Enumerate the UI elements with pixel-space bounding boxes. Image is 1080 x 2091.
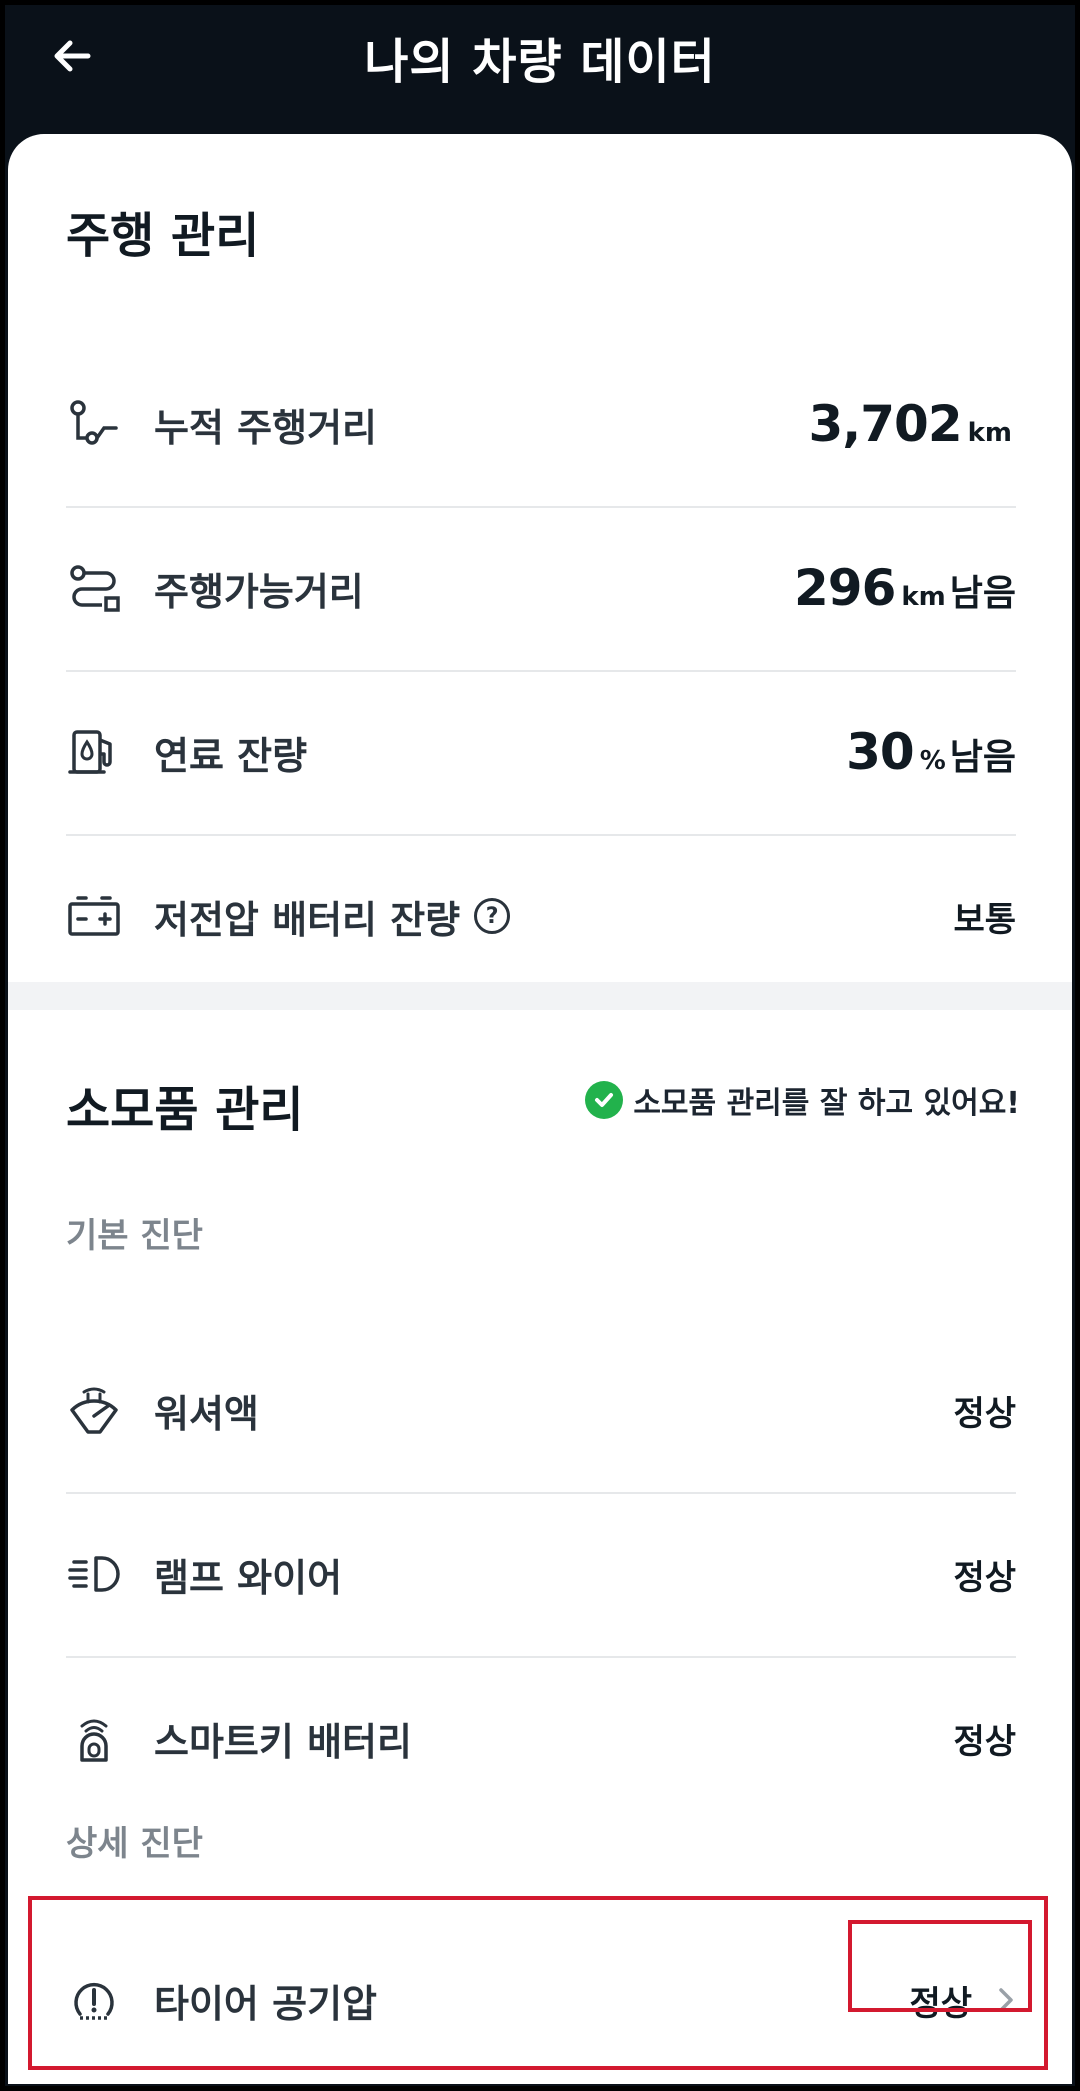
driving-section-title: 주행 관리 (66, 208, 260, 264)
odometer-label: 누적 주행거리 (154, 405, 377, 450)
status-badge: 소모품 관리를 잘 하고 있어요! (585, 1078, 1020, 1122)
lamp-label: 램프 와이어 (154, 1555, 343, 1600)
row-odometer: 누적 주행거리 3,702 km (66, 342, 1016, 508)
row-range: 주행가능거리 296 km 남음 (66, 506, 1016, 672)
content-card: 주행 관리 누적 주행거리 3,702 km 주행가능거리 296 km 남음 … (8, 134, 1072, 2084)
washer-label: 워셔액 (154, 1391, 259, 1436)
help-icon[interactable]: ? (474, 898, 511, 934)
range-value: 296 km 남음 (794, 559, 1016, 617)
tire-pressure-status-button[interactable]: 정상 (909, 1976, 1016, 2025)
fuel-number: 30 (846, 723, 915, 781)
chevron-right-icon (996, 1984, 1016, 2016)
smart-key-icon (66, 1710, 122, 1766)
fuel-pump-icon (66, 724, 122, 780)
battery-label: 저전압 배터리 잔량 (154, 897, 461, 942)
row-lamp: 램프 와이어 정상 (66, 1492, 1016, 1658)
odometer-value: 3,702 km (808, 395, 1016, 453)
row-fuel: 연료 잔량 30 % 남음 (66, 670, 1016, 836)
battery-status: 보통 (953, 899, 1016, 940)
battery-icon (66, 888, 122, 944)
battery-value: 보통 (953, 892, 1016, 941)
app-header: 나의 차량 데이터 (0, 0, 1080, 140)
detail-diagnosis-heading: 상세 진단 (66, 1824, 203, 1864)
odometer-unit: km (967, 418, 1012, 448)
odometer-icon (66, 396, 122, 452)
check-circle-icon (585, 1081, 624, 1119)
row-tire-pressure[interactable]: 타이어 공기압 정상 (66, 1918, 1016, 2082)
section-divider (8, 982, 1072, 1010)
washer-fluid-icon (66, 1382, 122, 1438)
smartkey-value: 정상 (953, 1714, 1016, 1763)
fuel-unit: % (919, 746, 946, 776)
route-icon (66, 560, 122, 616)
fuel-suffix: 남음 (949, 737, 1016, 778)
row-smartkey: 스마트키 배터리 정상 (66, 1656, 1016, 1820)
fuel-value: 30 % 남음 (846, 723, 1016, 781)
row-washer: 워셔액 정상 (66, 1328, 1016, 1494)
range-number: 296 (793, 559, 896, 617)
basic-diagnosis-heading: 기본 진단 (66, 1216, 203, 1256)
range-unit: km (901, 582, 946, 612)
tire-pressure-status: 정상 (909, 1983, 972, 2024)
odometer-number: 3,702 (808, 395, 962, 453)
badge-text: 소모품 관리를 잘 하고 있어요! (633, 1086, 1020, 1121)
lamp-value: 정상 (953, 1550, 1016, 1599)
washer-status: 정상 (953, 1393, 1016, 1434)
tire-pressure-icon (66, 1972, 122, 2028)
smartkey-label: 스마트키 배터리 (154, 1719, 412, 1764)
washer-value: 정상 (953, 1386, 1016, 1435)
headlamp-icon (66, 1546, 122, 1602)
lamp-status: 정상 (953, 1557, 1016, 1598)
smartkey-status: 정상 (953, 1721, 1016, 1762)
fuel-label: 연료 잔량 (154, 733, 308, 778)
consumables-section-title: 소모품 관리 (66, 1082, 304, 1138)
page-title: 나의 차량 데이터 (364, 34, 716, 90)
tire-pressure-label: 타이어 공기압 (154, 1981, 377, 2026)
range-suffix: 남음 (949, 573, 1016, 614)
range-label: 주행가능거리 (154, 569, 364, 614)
row-battery: 저전압 배터리 잔량 ? 보통 (66, 834, 1016, 998)
